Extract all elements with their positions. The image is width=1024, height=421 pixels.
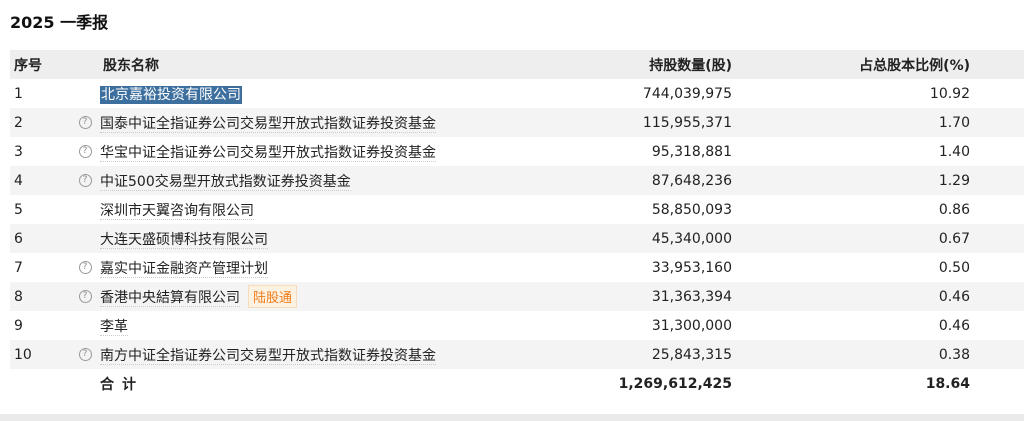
shares-percent: 0.46 (938, 317, 970, 334)
help-cell: ? (70, 282, 100, 311)
row-number: 1 (14, 85, 23, 102)
row-number: 5 (14, 201, 23, 218)
shareholder-name-cell: 李革 (100, 311, 540, 340)
shares-quantity: 87,648,236 (651, 172, 732, 189)
shareholder-name-cell: 嘉实中证金融资产管理计划 (100, 253, 540, 282)
shareholder-name-cell: 北京嘉裕投资有限公司 (100, 79, 540, 108)
total-empty-cell (10, 369, 70, 398)
shareholder-name-cell: 华宝中证全指证券公司交易型开放式指数证券投资基金 (100, 137, 540, 166)
question-circle-icon[interactable]: ? (78, 290, 92, 303)
row-number: 3 (14, 143, 23, 160)
report-title: 2025 一季报 (10, 13, 109, 32)
shareholder-name-link[interactable]: 北京嘉裕投资有限公司 (100, 85, 242, 104)
help-cell: ? (70, 108, 100, 137)
shareholder-name-link[interactable]: 嘉实中证金融资产管理计划 (100, 260, 268, 278)
help-cell: ? (70, 137, 100, 166)
help-cell: ? (70, 253, 100, 282)
top-shareholders-table-wrap: 序号 股东名称 持股数量(股) 占总股本比例(%) 1 北京嘉裕投资有限公司 744… (10, 50, 1024, 398)
shares-quantity: 744,039,975 (642, 85, 732, 102)
row-number: 8 (14, 288, 23, 305)
help-cell (70, 195, 100, 224)
shares-quantity: 115,955,371 (642, 114, 732, 131)
shareholder-name-link[interactable]: 华宝中证全指证券公司交易型开放式指数证券投资基金 (100, 144, 436, 162)
shareholder-name-cell: 大连天盛硕博科技有限公司 (100, 224, 540, 253)
shareholder-name-cell: 深圳市天翼咨询有限公司 (100, 195, 540, 224)
shares-quantity: 58,850,093 (651, 201, 732, 218)
table-row: 7? 嘉实中证金融资产管理计划 33,953,160 0.50 (10, 253, 1024, 282)
shareholder-name-link[interactable]: 李革 (100, 318, 128, 336)
row-number: 2 (14, 114, 23, 131)
shares-percent: 0.46 (938, 288, 970, 305)
shares-quantity: 31,300,000 (651, 317, 732, 334)
total-quantity: 1,269,612,425 (540, 369, 732, 398)
table-row: 5 深圳市天翼咨询有限公司 58,850,093 0.86 (10, 195, 1024, 224)
table-row: 6 大连天盛硕博科技有限公司 45,340,000 0.67 (10, 224, 1024, 253)
row-number: 7 (14, 259, 23, 276)
shares-percent: 1.70 (938, 114, 970, 131)
table-header-row: 序号 股东名称 持股数量(股) 占总股本比例(%) (10, 50, 1024, 79)
row-number: 10 (14, 346, 32, 363)
shareholder-name-link[interactable]: 国泰中证全指证券公司交易型开放式指数证券投资基金 (100, 115, 436, 133)
help-cell: ? (70, 340, 100, 369)
shares-percent: 0.86 (938, 201, 970, 218)
row-number: 6 (14, 230, 23, 247)
help-cell (70, 224, 100, 253)
table-row: 1 北京嘉裕投资有限公司 744,039,975 10.92 (10, 79, 1024, 108)
header-name: 股东名称 (103, 57, 159, 74)
shareholder-name-cell: 国泰中证全指证券公司交易型开放式指数证券投资基金 (100, 108, 540, 137)
shareholder-name-cell: 中证500交易型开放式指数证券投资基金 (100, 166, 540, 195)
row-number: 4 (14, 172, 23, 189)
shares-quantity: 25,843,315 (651, 346, 732, 363)
help-cell: ? (70, 166, 100, 195)
shareholder-name-link[interactable]: 深圳市天翼咨询有限公司 (100, 202, 254, 220)
shareholder-name-cell: 香港中央結算有限公司 陆股通 (100, 282, 540, 311)
header-percent: 占总股本比例(%) (859, 57, 970, 74)
shareholder-name-link[interactable]: 香港中央結算有限公司 (100, 290, 240, 307)
question-circle-icon[interactable]: ? (78, 116, 92, 129)
header-no: 序号 (14, 57, 42, 74)
total-empty-cell (70, 369, 100, 398)
shares-percent: 0.38 (938, 346, 970, 363)
total-row: 合计 1,269,612,425 18.64 (10, 369, 1024, 398)
table-row: 10? 南方中证全指证券公司交易型开放式指数证券投资基金 25,843,315 0.3… (10, 340, 1024, 369)
shares-percent: 0.50 (938, 259, 970, 276)
help-cell (70, 311, 100, 340)
top-shareholders-table: 序号 股东名称 持股数量(股) 占总股本比例(%) 1 北京嘉裕投资有限公司 744… (10, 50, 1024, 398)
table-row: 9 李革 31,300,000 0.46 (10, 311, 1024, 340)
shareholder-name-link[interactable]: 中证500交易型开放式指数证券投资基金 (100, 173, 351, 191)
shareholder-name-cell: 南方中证全指证券公司交易型开放式指数证券投资基金 (100, 340, 540, 369)
table-row: 4? 中证500交易型开放式指数证券投资基金 87,648,236 1.29 (10, 166, 1024, 195)
question-circle-icon[interactable]: ? (78, 174, 92, 187)
row-number: 9 (14, 317, 23, 334)
total-label: 合计 (100, 369, 540, 398)
shareholder-name-link[interactable]: 南方中证全指证券公司交易型开放式指数证券投资基金 (100, 347, 436, 365)
shares-percent: 1.40 (938, 143, 970, 160)
shares-quantity: 95,318,881 (651, 143, 732, 160)
header-quantity: 持股数量(股) (649, 57, 732, 74)
shares-percent: 10.92 (929, 85, 970, 102)
shareholder-tag[interactable]: 陆股通 (248, 285, 298, 308)
shareholder-name-link[interactable]: 大连天盛硕博科技有限公司 (100, 231, 268, 249)
question-circle-icon[interactable]: ? (78, 145, 92, 158)
question-circle-icon[interactable]: ? (78, 261, 92, 274)
bottom-divider (0, 414, 1024, 421)
shares-quantity: 31,363,394 (651, 288, 732, 305)
table-row: 8? 香港中央結算有限公司 陆股通 31,363,394 0.46 (10, 282, 1024, 311)
total-percent: 18.64 (732, 369, 1024, 398)
help-cell (70, 79, 100, 108)
shares-percent: 0.67 (938, 230, 970, 247)
shares-quantity: 33,953,160 (651, 259, 732, 276)
table-row: 2? 国泰中证全指证券公司交易型开放式指数证券投资基金 115,955,371 1.7… (10, 108, 1024, 137)
shares-quantity: 45,340,000 (651, 230, 732, 247)
question-circle-icon[interactable]: ? (78, 348, 92, 361)
table-row: 3? 华宝中证全指证券公司交易型开放式指数证券投资基金 95,318,881 1.40 (10, 137, 1024, 166)
shares-percent: 1.29 (938, 172, 970, 189)
